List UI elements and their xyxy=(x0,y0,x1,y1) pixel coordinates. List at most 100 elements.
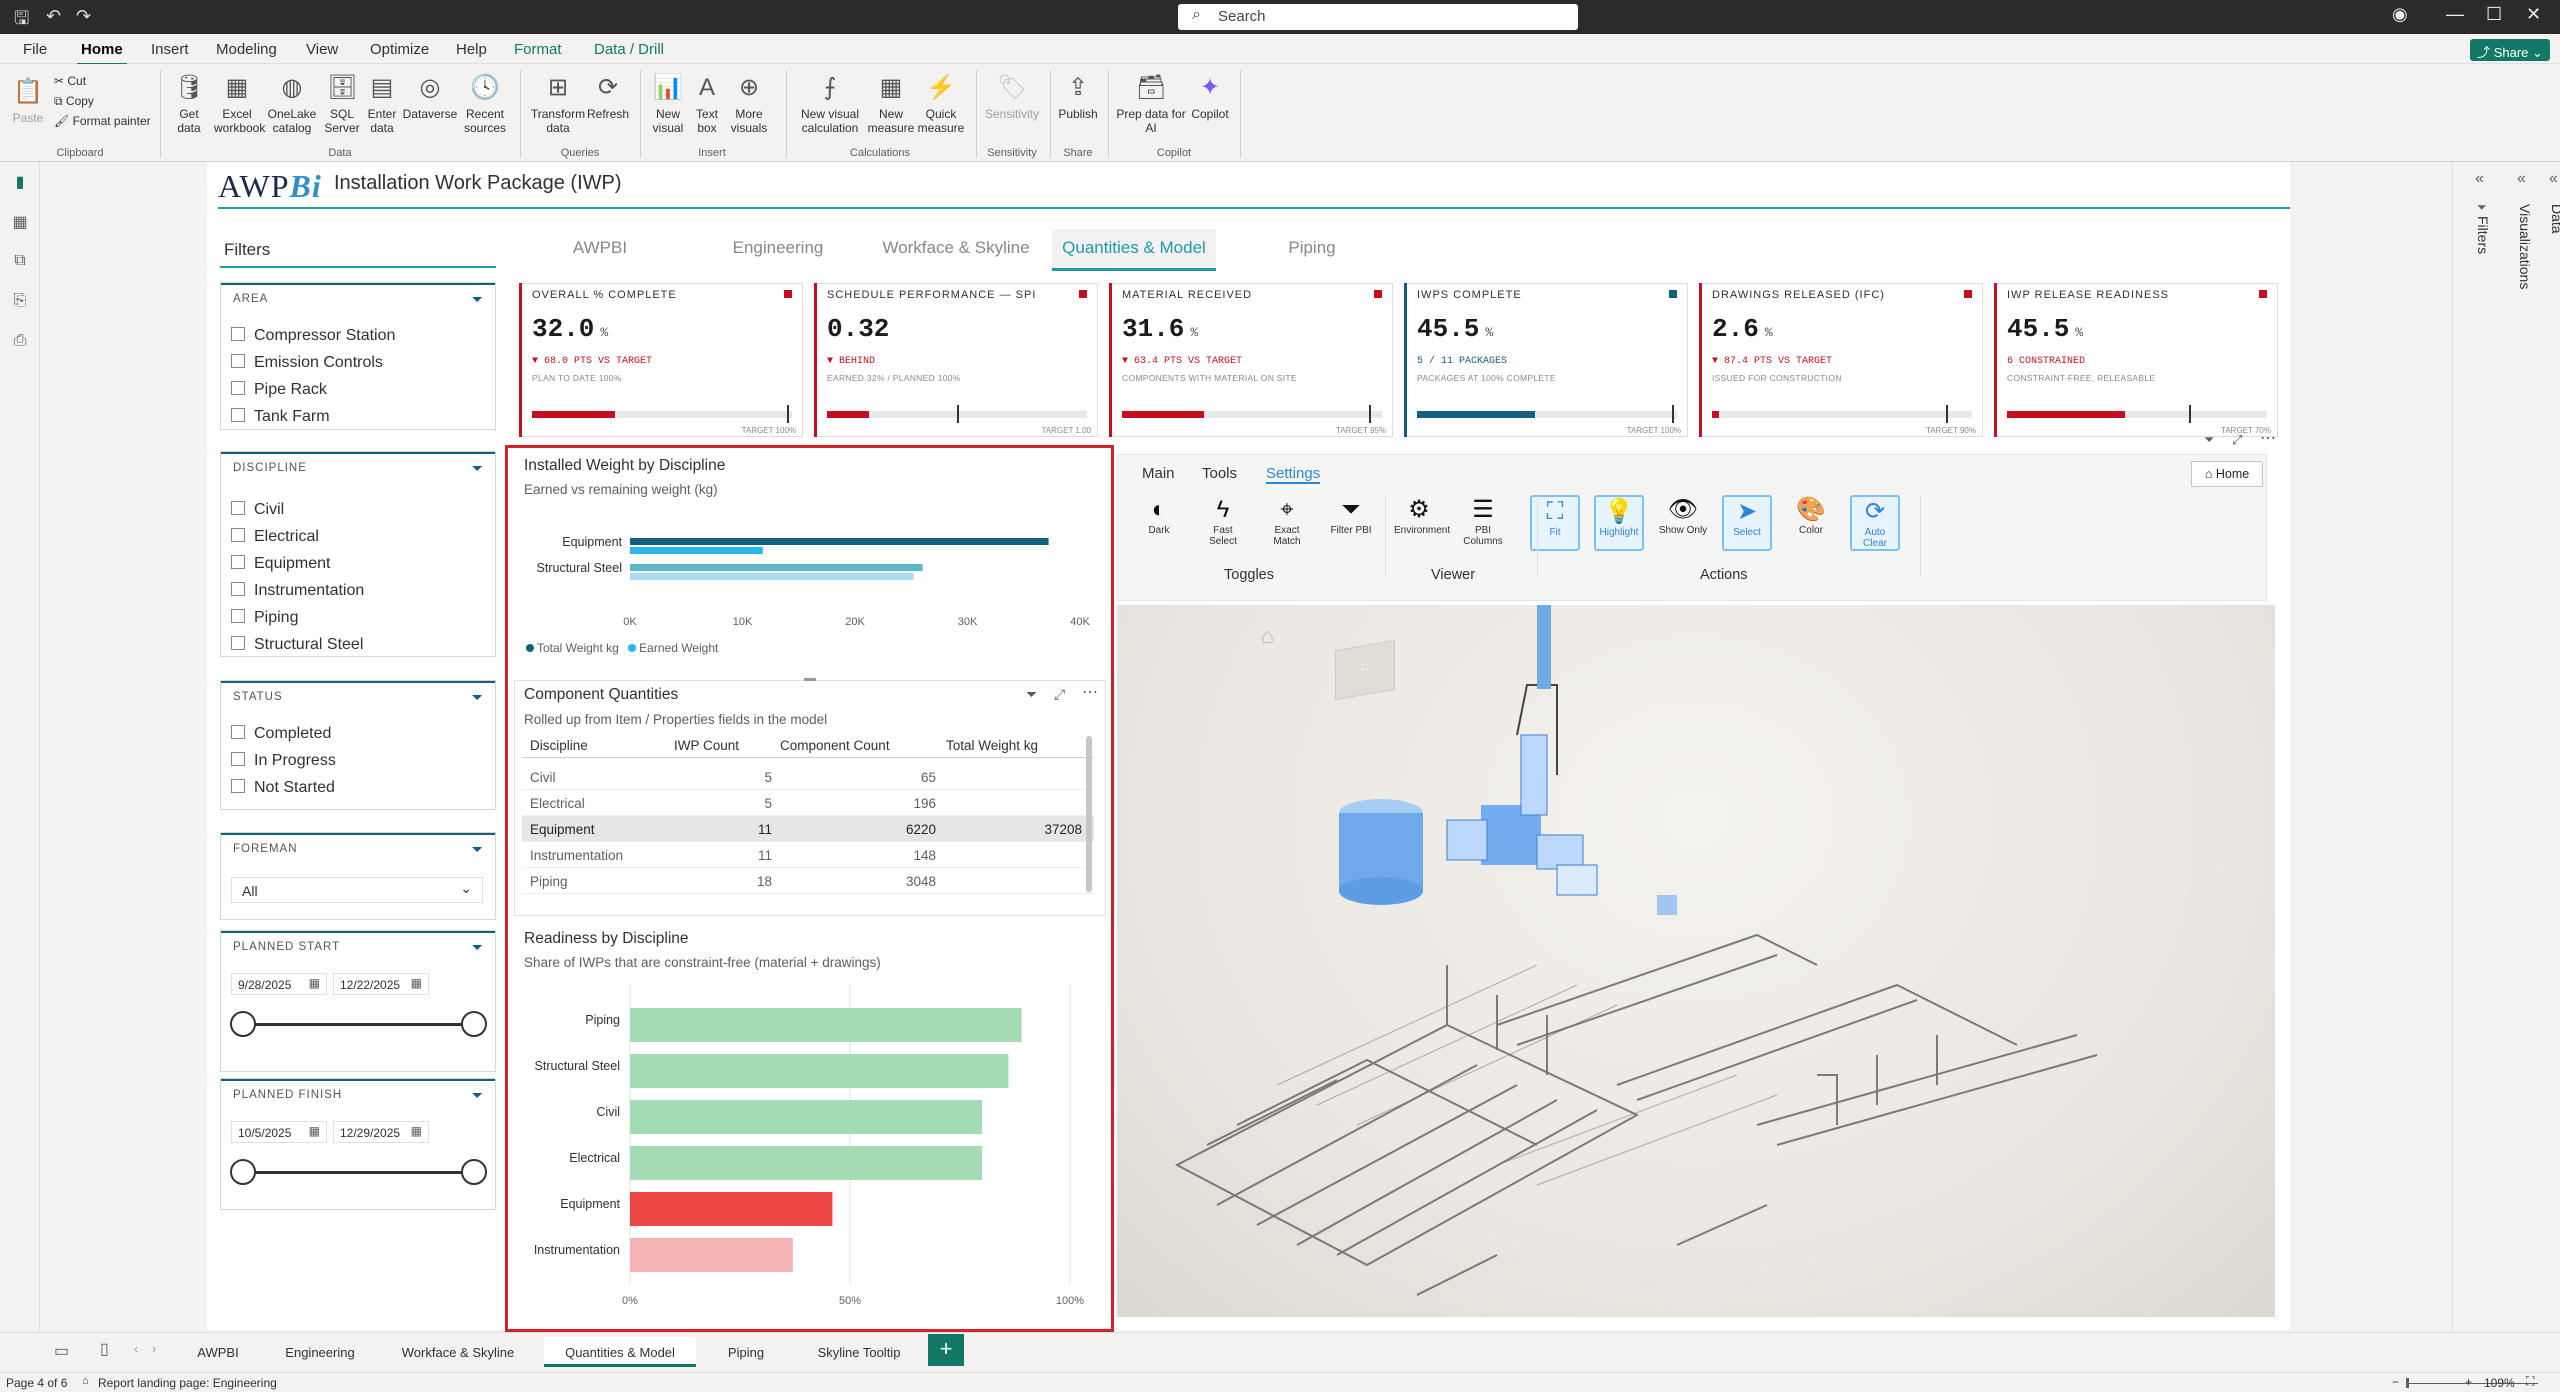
save-icon[interactable]: 🖫 xyxy=(14,6,29,36)
checkbox[interactable] xyxy=(231,501,245,515)
kpi-card[interactable]: SCHEDULE PERFORMANCE — SPI 0.32 ▼ BEHIND EA… xyxy=(814,283,1098,437)
publish-button[interactable]: ⇪ Publish xyxy=(1056,72,1100,121)
kpi-card[interactable]: IWPS COMPLETE 45.5% 5 / 11 PACKAGES PACKAGE… xyxy=(1404,283,1688,437)
format-painter-button[interactable]: 🖌 Format painter xyxy=(54,114,151,128)
foreman-dropdown[interactable]: All ⌄ xyxy=(231,877,483,903)
range-end-handle[interactable] xyxy=(461,1159,487,1185)
page-tab[interactable]: Workface & Skyline xyxy=(378,1337,538,1367)
prep-data-button[interactable]: 🗃 Prep data for AI xyxy=(1114,72,1188,135)
collapse-filters-icon[interactable]: « xyxy=(2475,170,2484,188)
tab-awpbi[interactable]: AWPBI xyxy=(542,229,658,271)
tool-color-button[interactable]: 🎨 Color xyxy=(1786,495,1836,551)
table-row[interactable]: Piping 18 3048 xyxy=(522,868,1094,894)
earned-weight-bar[interactable] xyxy=(630,573,914,580)
slicer-option[interactable]: Pipe Rack xyxy=(231,381,327,399)
tab-settings[interactable]: Settings xyxy=(1266,465,1321,484)
visualizations-pane-label[interactable]: Visualizations xyxy=(2517,204,2533,289)
range-end-handle[interactable] xyxy=(461,1011,487,1037)
checkbox[interactable] xyxy=(231,528,245,542)
funnel-icon[interactable]: ⏷ xyxy=(472,291,483,308)
new-visual-calculation-button[interactable]: ⨍ New visual calculation xyxy=(794,72,866,135)
transform-data-button[interactable]: ⊞ Transform data xyxy=(528,72,588,135)
tool-dark-button[interactable]: ◐ Dark xyxy=(1134,495,1184,551)
quick-measure-button[interactable]: ⚡ Quick measure xyxy=(916,72,966,135)
funnel-icon[interactable]: ⏷ xyxy=(472,460,483,477)
earned-weight-bar[interactable] xyxy=(630,547,763,554)
column-header[interactable]: IWP Count xyxy=(674,738,739,753)
next-page-icon[interactable]: › xyxy=(152,1341,156,1356)
dax-query-icon[interactable]: ⎘ xyxy=(11,292,29,310)
range-start-handle[interactable] xyxy=(230,1159,256,1185)
tool-environment-button[interactable]: ⚙ Environment xyxy=(1394,495,1450,551)
calendar-icon[interactable]: ▦ xyxy=(411,976,422,990)
menu-modeling[interactable]: Modeling xyxy=(216,41,277,58)
redo-icon[interactable]: ↷ xyxy=(76,6,91,27)
enter-data-button[interactable]: ▤ Enter data xyxy=(362,72,402,135)
menu-data-drill[interactable]: Data / Drill xyxy=(594,41,664,58)
end-date-input[interactable]: 12/29/2025 ▦ xyxy=(333,1121,429,1143)
resize-handle[interactable] xyxy=(804,678,816,681)
checkbox[interactable] xyxy=(231,354,245,368)
checkbox[interactable] xyxy=(231,725,245,739)
funnel-icon[interactable]: ⏷ xyxy=(472,939,483,956)
table-row[interactable]: Instrumentation 11 148 xyxy=(522,842,1094,868)
focus-mode-icon[interactable]: ⤢ xyxy=(1054,686,1065,703)
collapse-visualizations-icon[interactable]: « xyxy=(2517,170,2526,188)
total-weight-bar[interactable] xyxy=(630,564,923,571)
page-tab[interactable]: Quantities & Model xyxy=(544,1337,696,1367)
checkbox[interactable] xyxy=(231,555,245,569)
maximize-button[interactable]: ☐ xyxy=(2486,4,2502,25)
checkbox[interactable] xyxy=(231,327,245,341)
filter-icon[interactable]: ⏷ xyxy=(2204,432,2214,448)
readiness-bar[interactable] xyxy=(630,1008,1022,1042)
slicer-option[interactable]: In Progress xyxy=(231,752,336,770)
slicer-option[interactable]: Completed xyxy=(231,725,331,743)
menu-format[interactable]: Format xyxy=(514,41,562,58)
tab-engineering[interactable]: Engineering xyxy=(710,229,846,271)
view-cube[interactable]: ⬡ xyxy=(1335,639,1395,701)
search-box[interactable]: ⌕ Search xyxy=(1178,4,1578,30)
menu-optimize[interactable]: Optimize xyxy=(370,41,429,58)
checkbox[interactable] xyxy=(231,779,245,793)
refresh-button[interactable]: ⟳ Refresh xyxy=(586,72,630,121)
kpi-card[interactable]: OVERALL % COMPLETE 32.0% ▼ 68.0 PTS VS TAR… xyxy=(519,283,803,437)
installed-weight-chart[interactable]: Equipment Structural Steel 0K 10K 20K 30K 40K xyxy=(516,510,1104,630)
tab-main[interactable]: Main xyxy=(1142,465,1175,482)
checkbox[interactable] xyxy=(231,408,245,422)
page-tab[interactable]: Skyline Tooltip xyxy=(796,1337,922,1367)
slicer-option[interactable]: Equipment xyxy=(231,555,331,573)
funnel-icon[interactable]: ⏷ xyxy=(472,1087,483,1104)
slicer-option[interactable]: Not Started xyxy=(231,779,335,797)
checkbox[interactable] xyxy=(231,752,245,766)
page-tab[interactable]: Piping xyxy=(704,1337,788,1367)
new-visual-button[interactable]: 📊 New visual xyxy=(648,72,688,135)
slicer-option[interactable]: Piping xyxy=(231,609,298,627)
column-header[interactable]: Component Count xyxy=(780,738,890,753)
sql-server-button[interactable]: 🗄 SQL Server xyxy=(322,72,362,135)
page-tab[interactable]: AWPBI xyxy=(172,1337,264,1367)
menu-view[interactable]: View xyxy=(306,41,338,58)
end-date-input[interactable]: 12/22/2025 ▦ xyxy=(333,973,429,995)
focus-mode-icon[interactable]: ⤢ xyxy=(2232,432,2242,448)
minimize-button[interactable]: — xyxy=(2446,4,2464,25)
copilot-button[interactable]: ✦ Copilot xyxy=(1188,72,1232,121)
menu-home[interactable]: Home xyxy=(77,41,127,66)
recent-sources-button[interactable]: 🕓 Recent sources xyxy=(460,72,510,135)
model-view-icon[interactable]: ⧉ xyxy=(11,252,29,270)
get-data-button[interactable]: 🛢 Get data xyxy=(166,72,212,135)
filters-pane-label[interactable]: Filters xyxy=(2475,216,2491,254)
fit-page-icon[interactable]: ⛶ xyxy=(2526,1374,2534,1389)
funnel-icon[interactable]: ⏷ xyxy=(472,689,483,706)
close-button[interactable]: ✕ xyxy=(2526,4,2541,25)
dataverse-button[interactable]: ◎ Dataverse xyxy=(402,72,458,121)
onelake-button[interactable]: ◍ OneLake catalog xyxy=(264,72,320,135)
readiness-bar[interactable] xyxy=(630,1192,833,1226)
funnel-icon[interactable]: ⏷ xyxy=(472,841,483,858)
table-row[interactable]: Electrical 5 196 xyxy=(522,790,1094,816)
tool-auto-clear-button[interactable]: ⟳ Auto Clear xyxy=(1850,495,1900,551)
tab-workface-skyline[interactable]: Workface & Skyline xyxy=(875,229,1037,271)
prev-page-icon[interactable]: ‹ xyxy=(134,1341,138,1356)
data-pane-label[interactable]: Data xyxy=(2549,204,2560,234)
add-page-button[interactable]: + xyxy=(928,1334,964,1366)
zoom-out-icon[interactable]: − xyxy=(2392,1375,2399,1389)
